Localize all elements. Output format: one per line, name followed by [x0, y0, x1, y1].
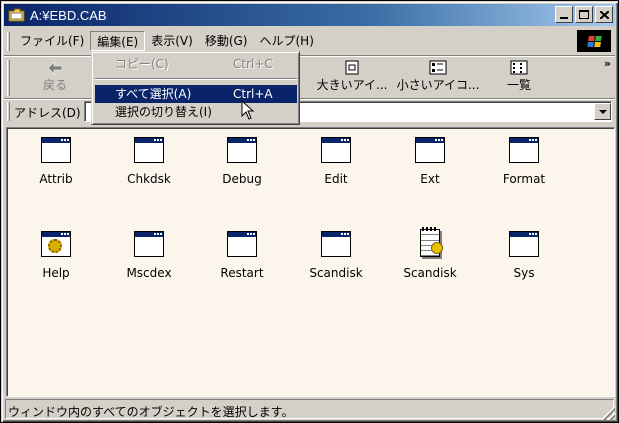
menu-item-invert-selection[interactable]: 選択の切り替え(I) [95, 103, 297, 121]
file-name: Help [42, 266, 70, 280]
file-name: Scandisk [403, 266, 457, 280]
small-icons-view-icon [396, 59, 480, 77]
file-item[interactable]: Scandisk [385, 227, 475, 280]
file-item[interactable]: Help [11, 228, 101, 280]
menu-edit[interactable]: 編集(E) [90, 31, 146, 51]
menu-item-shortcut: Ctrl+C [233, 57, 273, 71]
mouse-pointer-icon [241, 100, 255, 120]
file-item[interactable]: Format [479, 134, 569, 186]
file-item[interactable]: Scandisk [291, 228, 381, 280]
file-item[interactable]: Edit [291, 134, 381, 186]
menu-item-label: 選択の切り替え(I) [115, 105, 212, 119]
menu-help[interactable]: ヘルプ(H) [253, 31, 319, 51]
window-title: A:¥EBD.CAB [30, 7, 107, 23]
menu-item-select-all[interactable]: すべて選択(A) Ctrl+A [95, 85, 297, 103]
menu-item-label: コピー(C) [115, 57, 169, 71]
back-arrow-icon [26, 59, 84, 77]
maximize-icon [579, 10, 589, 19]
status-bar: ウィンドウ内のすべてのオブジェクトを選択します。 [4, 399, 615, 420]
title-bar[interactable]: A:¥EBD.CAB [4, 4, 615, 26]
address-dropdown-button[interactable] [594, 103, 611, 120]
file-name: Debug [222, 172, 262, 186]
minimize-button[interactable] [555, 6, 573, 23]
file-name: Edit [324, 172, 348, 186]
application-window-icon [40, 134, 72, 166]
file-name: Scandisk [309, 266, 363, 280]
application-window-icon [226, 134, 258, 166]
toolbar-more-chevron-icon[interactable]: » [604, 57, 611, 70]
menu-file[interactable]: ファイル(F) [14, 31, 90, 51]
menu-view[interactable]: 表示(V) [145, 31, 199, 51]
file-item[interactable]: Ext [385, 134, 475, 186]
application-window-icon [226, 228, 258, 260]
menu-item-copy[interactable]: コピー(C) Ctrl+C [95, 55, 297, 73]
list-view-icon [494, 59, 544, 77]
menu-item-label: すべて選択(A) [115, 87, 192, 101]
application-window-icon [508, 134, 540, 166]
application-window-icon [414, 134, 446, 166]
status-text: ウィンドウ内のすべてのオブジェクトを選択します。 [5, 399, 614, 419]
application-window-icon [320, 134, 352, 166]
toolbar-grip[interactable] [7, 60, 10, 96]
menubar-grip[interactable] [7, 32, 10, 51]
application-window-icon [508, 228, 540, 260]
application-window-icon [320, 228, 352, 260]
list-view-label: 一覧 [506, 78, 531, 92]
explorer-window: A:¥EBD.CAB ファイル(F) 編集(E) 表示(V) 移動(G) ヘルプ… [0, 0, 619, 423]
large-icons-button[interactable]: 大きいアイ... [312, 59, 392, 97]
file-item[interactable]: Debug [197, 134, 287, 186]
resize-grip-icon[interactable] [602, 407, 615, 420]
file-name: Sys [513, 266, 535, 280]
application-window-icon [133, 228, 165, 260]
small-icons-button[interactable]: 小さいアイコ... [396, 59, 480, 97]
file-item[interactable]: Restart [197, 228, 287, 280]
file-name: Chkdsk [127, 172, 171, 186]
file-item[interactable]: Mscdex [104, 228, 194, 280]
file-item[interactable]: Sys [479, 228, 569, 280]
file-name: Mscdex [126, 266, 172, 280]
title-buttons [553, 6, 613, 23]
minimize-icon [560, 17, 568, 19]
menu-go[interactable]: 移動(G) [199, 31, 254, 51]
back-button[interactable]: 戻る [26, 59, 84, 97]
help-gear-icon [40, 228, 72, 260]
file-name: Format [502, 172, 546, 186]
file-item[interactable]: Chkdsk [104, 134, 194, 186]
file-item[interactable]: Attrib [11, 134, 101, 186]
menu-separator [95, 78, 297, 80]
windows-logo-icon [577, 30, 611, 52]
list-view-button[interactable]: 一覧 [494, 59, 544, 97]
file-name: Attrib [39, 172, 73, 186]
small-icons-label: 小さいアイコ... [396, 78, 480, 92]
file-view[interactable]: Attrib Chkdsk Debug Edit Ext Format Help [6, 127, 615, 397]
file-name: Ext [420, 172, 440, 186]
config-notepad-icon [414, 227, 446, 260]
large-icons-view-icon [312, 59, 392, 77]
file-name: Restart [220, 266, 264, 280]
close-icon [599, 10, 609, 19]
address-label: アドレス(D) [14, 106, 81, 120]
folder-icon [8, 7, 26, 23]
close-button[interactable] [595, 6, 613, 23]
application-window-icon [133, 134, 165, 166]
back-label: 戻る [42, 78, 67, 92]
maximize-button[interactable] [575, 6, 593, 23]
addressbar-grip[interactable] [7, 102, 10, 121]
large-icons-label: 大きいアイ... [316, 78, 388, 92]
edit-menu-dropdown: コピー(C) Ctrl+C すべて選択(A) Ctrl+A 選択の切り替え(I) [91, 51, 300, 125]
